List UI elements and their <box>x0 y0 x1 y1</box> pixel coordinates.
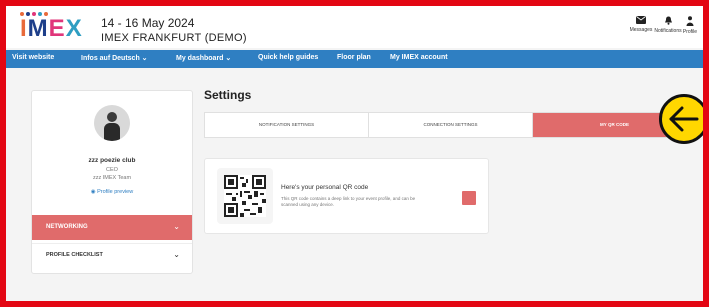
tab-connection-settings[interactable]: CONNECTION SETTINGS <box>368 113 532 137</box>
page-title: Settings <box>204 88 252 102</box>
top-header: IMEX 14 - 16 May 2024 IMEX FRANKFURT (DE… <box>6 6 703 48</box>
nav-item-infos-deutsch[interactable]: Infos auf Deutsch ⌄ <box>81 54 148 62</box>
profile-name: zzz poezie club <box>88 157 136 164</box>
qr-card-title: Here's your personal QR code <box>281 184 369 191</box>
profile-preview-link[interactable]: ◉ Profile preview <box>32 189 192 195</box>
sidebar-item-profile-checklist[interactable]: PROFILE CHECKLIST ⌄ <box>32 243 192 266</box>
app-frame: IMEX 14 - 16 May 2024 IMEX FRANKFURT (DE… <box>0 0 709 307</box>
nav-item-my-imex-account[interactable]: My IMEX account <box>390 54 448 61</box>
profile-role: CEO <box>106 167 118 173</box>
event-date: 14 - 16 May 2024 <box>101 16 195 30</box>
settings-tabs: NOTIFICATION SETTINGS CONNECTION SETTING… <box>204 112 697 138</box>
qr-code-container <box>217 168 273 224</box>
nav-item-visit-website[interactable]: Visit website <box>12 54 54 61</box>
profile-organisation: zzz IMEX Team <box>92 175 132 181</box>
logo-letter: I <box>20 15 28 42</box>
logo-letter: E <box>48 15 66 42</box>
profile-preview-label: Profile preview <box>97 189 134 195</box>
logo-letter: M <box>27 15 49 42</box>
sidebar-item-label: PROFILE CHECKLIST <box>46 252 103 258</box>
profile-label: Profile <box>682 29 698 35</box>
qr-code-card: Here's your personal QR code This QR cod… <box>204 158 489 234</box>
messages-icon <box>636 16 646 24</box>
back-button[interactable] <box>659 94 703 144</box>
arrow-left-icon <box>669 106 699 132</box>
logo-letter: X <box>65 15 83 42</box>
eye-icon: ◉ <box>90 189 96 195</box>
avatar[interactable] <box>94 105 130 141</box>
avatar-body-shape <box>104 123 120 141</box>
chevron-down-icon: ⌄ <box>173 222 180 231</box>
qr-card-description: This QR code contains a deep link to you… <box>281 196 416 207</box>
avatar-head-shape <box>107 112 117 122</box>
nav-item-floor-plan[interactable]: Floor plan <box>337 54 371 61</box>
imex-logo[interactable]: IMEX <box>20 17 83 41</box>
sidebar-item-label: NETWORKING <box>46 224 88 230</box>
tab-notification-settings[interactable]: NOTIFICATION SETTINGS <box>205 113 368 137</box>
nav-item-quick-help[interactable]: Quick help guides <box>258 54 318 61</box>
sidebar-item-networking[interactable]: NETWORKING ⌄ <box>32 215 192 240</box>
profile-sidebar: zzz poezie club CEO zzz IMEX Team ◉ Prof… <box>31 90 193 274</box>
event-name: IMEX FRANKFURT (DEMO) <box>101 32 247 44</box>
qr-code-image <box>224 175 266 217</box>
profile-icon <box>686 16 694 26</box>
notifications-icon <box>664 16 672 25</box>
chevron-down-icon: ⌄ <box>173 250 180 259</box>
qr-download-button[interactable] <box>462 191 476 205</box>
profile-button[interactable]: Profile <box>678 16 702 35</box>
nav-item-my-dashboard[interactable]: My dashboard ⌄ <box>176 54 231 62</box>
main-nav: Visit website Infos auf Deutsch ⌄ My das… <box>6 50 703 68</box>
